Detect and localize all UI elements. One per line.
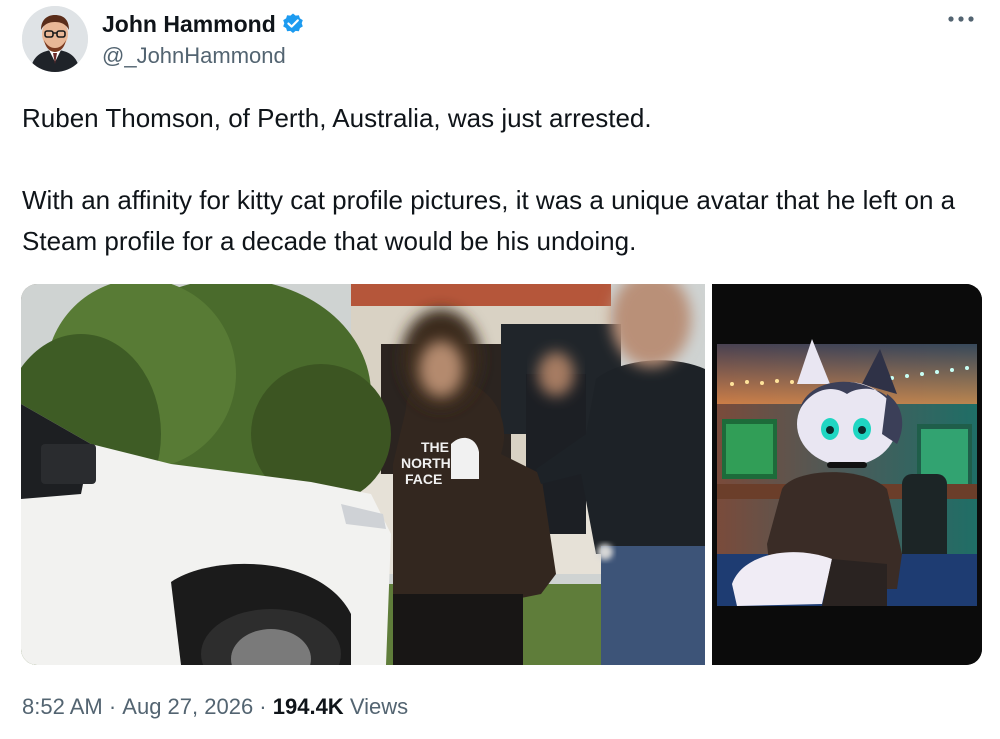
views-label: Views <box>343 694 409 719</box>
hoodie-text-2: NORTH <box>401 455 451 471</box>
arrest-photo[interactable]: THE NORTH FACE <box>21 284 705 665</box>
tweet-paragraph-2: With an affinity for kitty cat profile p… <box>22 185 956 256</box>
author-handle[interactable]: @_JohnHammond <box>102 41 305 71</box>
tweet-time[interactable]: 8:52 AM <box>22 694 103 720</box>
hoodie-text-3: FACE <box>405 471 442 487</box>
tweet-card: John Hammond @_JohnHammond Ruben Thomson… <box>0 0 1000 739</box>
views-count[interactable]: 194.4K <box>273 694 344 720</box>
verified-badge-icon[interactable] <box>281 12 305 36</box>
hoodie-text-1: THE <box>421 439 449 455</box>
author-display-name[interactable]: John Hammond <box>102 11 276 38</box>
avatar[interactable] <box>22 6 88 72</box>
tweet-meta: 8:52 AM · Aug 27, 2026 · 194.4K Views <box>22 694 408 720</box>
more-options-icon[interactable] <box>944 8 978 30</box>
avatar-image <box>22 6 88 72</box>
cat-avatar-image[interactable] <box>712 284 982 665</box>
media-grid: THE NORTH FACE <box>21 284 982 665</box>
tweet-date[interactable]: Aug 27, 2026 <box>122 694 253 720</box>
tweet-header: John Hammond @_JohnHammond <box>22 6 305 72</box>
meta-separator-2: · <box>253 694 273 719</box>
tweet-text: Ruben Thomson, of Perth, Australia, was … <box>22 98 972 262</box>
name-row: John Hammond <box>102 7 305 41</box>
tweet-paragraph-1: Ruben Thomson, of Perth, Australia, was … <box>22 103 652 133</box>
meta-separator-1: · <box>102 694 123 719</box>
author-names: John Hammond @_JohnHammond <box>102 7 305 71</box>
